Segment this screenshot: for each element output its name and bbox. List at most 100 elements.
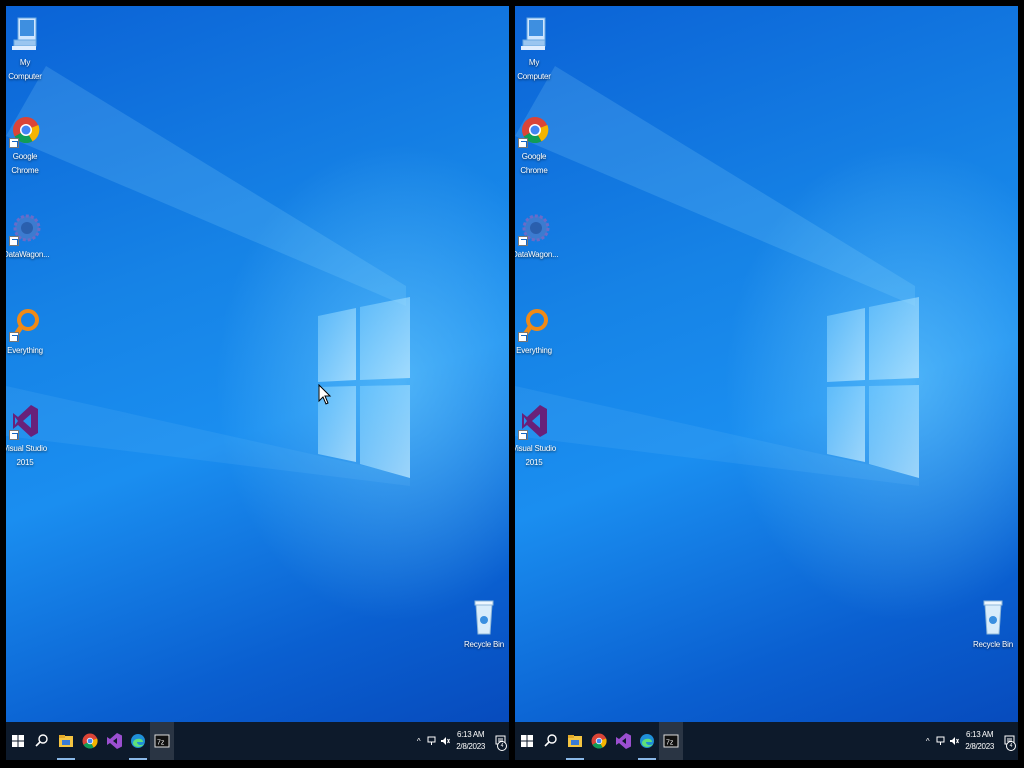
- computer-icon: [9, 16, 41, 54]
- edge-icon: [640, 734, 654, 748]
- shortcut-arrow-icon: [9, 430, 19, 440]
- desktop-icon-visual-studio[interactable]: Visual Studio 2015: [6, 402, 47, 470]
- desktop-icon-recycle-bin[interactable]: Recycle Bin: [971, 598, 1015, 652]
- taskbar-edge[interactable]: [126, 722, 150, 760]
- desktop-icon-label: Visual Studio 2015: [6, 444, 47, 467]
- start-icon: [12, 735, 24, 747]
- taskbar-visual-studio[interactable]: [611, 722, 635, 760]
- notification-badge: 4: [497, 741, 507, 751]
- taskbar-chrome[interactable]: [78, 722, 102, 760]
- shortcut-arrow-icon: [518, 138, 528, 148]
- desktop-icon-recycle-bin[interactable]: Recycle Bin: [462, 598, 506, 652]
- search-icon: [35, 734, 48, 747]
- running-indicator: [566, 758, 584, 760]
- everything-icon: [9, 304, 41, 342]
- network-icon[interactable]: [935, 734, 946, 748]
- taskbar-edge[interactable]: [635, 722, 659, 760]
- action-center-button[interactable]: 4: [1000, 722, 1018, 760]
- taskbar-visual-studio[interactable]: [102, 722, 126, 760]
- taskbar: 7z ^ 6:13 AM 2/8/2023 4: [6, 722, 509, 760]
- file-explorer-icon: [568, 735, 582, 747]
- shortcut-arrow-icon: [518, 236, 528, 246]
- system-tray: ^ 6:13 AM 2/8/2023 4: [412, 722, 509, 760]
- visual-studio-icon: [9, 402, 41, 440]
- desktop-icon-label: Everything: [7, 346, 43, 355]
- running-indicator: [129, 758, 147, 760]
- taskbar-7zip[interactable]: 7z: [150, 722, 174, 760]
- desktop-icon-label: My Computer: [517, 58, 551, 81]
- datawagon-icon: [518, 208, 550, 246]
- chrome-icon: [82, 733, 98, 749]
- edge-icon: [131, 734, 145, 748]
- desktop-left[interactable]: My Computer Google Chrome DataWagon... E…: [6, 6, 509, 760]
- windows-logo-wallpaper: [827, 292, 919, 478]
- datawagon-icon: [9, 208, 41, 246]
- chrome-icon: [518, 110, 550, 148]
- desktop-icon-google-chrome[interactable]: Google Chrome: [6, 110, 47, 178]
- desktop-icon-label: My Computer: [8, 58, 42, 81]
- desktop-icon-label: Google Chrome: [520, 152, 548, 175]
- tray-chevron[interactable]: ^: [413, 734, 424, 748]
- desktop-icon-label: Recycle Bin: [972, 640, 1014, 649]
- shortcut-arrow-icon: [518, 430, 528, 440]
- desktop-icon-my-computer[interactable]: My Computer: [6, 16, 47, 84]
- search-button[interactable]: [30, 722, 54, 760]
- wallpaper-light-beam: [515, 66, 919, 486]
- desktop-icon-my-computer[interactable]: My Computer: [515, 16, 556, 84]
- desktop-icon-everything[interactable]: Everything: [515, 304, 556, 358]
- volume-icon[interactable]: [439, 734, 450, 748]
- chrome-icon: [591, 733, 607, 749]
- file-explorer-icon: [59, 735, 73, 747]
- action-center-button[interactable]: 4: [491, 722, 509, 760]
- visual-studio-icon: [518, 402, 550, 440]
- svg-text:7z: 7z: [666, 740, 674, 747]
- system-tray: ^ 6:13 AM 2/8/2023 4: [921, 722, 1018, 760]
- desktop-icon-visual-studio[interactable]: Visual Studio 2015: [515, 402, 556, 470]
- running-indicator: [638, 758, 656, 760]
- search-icon: [544, 734, 557, 747]
- desktop-icon-label: DataWagon...: [515, 250, 559, 259]
- start-button[interactable]: [515, 722, 539, 760]
- mouse-cursor-icon: [318, 384, 332, 405]
- desktop-icon-datawagon[interactable]: DataWagon...: [515, 208, 559, 262]
- wallpaper-light-beam: [6, 66, 410, 486]
- notification-badge: 4: [1006, 741, 1016, 751]
- chrome-icon: [9, 110, 41, 148]
- seven-zip-icon: 7z: [154, 734, 170, 748]
- desktop-icon-label: Visual Studio 2015: [515, 444, 556, 467]
- shortcut-arrow-icon: [9, 138, 19, 148]
- taskbar-clock[interactable]: 6:13 AM 2/8/2023: [965, 729, 994, 753]
- everything-icon: [518, 304, 550, 342]
- search-button[interactable]: [539, 722, 563, 760]
- desktop-right[interactable]: My Computer Google Chrome DataWagon... E…: [515, 6, 1018, 760]
- shortcut-arrow-icon: [518, 332, 528, 342]
- taskbar-file-explorer[interactable]: [563, 722, 587, 760]
- taskbar-7zip[interactable]: 7z: [659, 722, 683, 760]
- svg-text:7z: 7z: [157, 740, 165, 747]
- running-indicator: [57, 758, 75, 760]
- desktop-icon-label: Everything: [516, 346, 552, 355]
- desktop-icon-label: Google Chrome: [11, 152, 39, 175]
- clock-time: 6:13 AM: [965, 730, 994, 739]
- clock-time: 6:13 AM: [456, 730, 485, 739]
- shortcut-arrow-icon: [9, 236, 19, 246]
- shortcut-arrow-icon: [9, 332, 19, 342]
- desktop-icon-everything[interactable]: Everything: [6, 304, 47, 358]
- start-button[interactable]: [6, 722, 30, 760]
- taskbar-file-explorer[interactable]: [54, 722, 78, 760]
- visual-studio-icon: [616, 733, 631, 749]
- taskbar-clock[interactable]: 6:13 AM 2/8/2023: [456, 729, 485, 753]
- volume-icon[interactable]: [948, 734, 959, 748]
- desktop-icon-google-chrome[interactable]: Google Chrome: [515, 110, 556, 178]
- clock-date: 2/8/2023: [456, 742, 485, 751]
- taskbar-chrome[interactable]: [587, 722, 611, 760]
- clock-date: 2/8/2023: [965, 742, 994, 751]
- taskbar: 7z ^ 6:13 AM 2/8/2023 4: [515, 722, 1018, 760]
- start-icon: [521, 735, 533, 747]
- seven-zip-icon: 7z: [663, 734, 679, 748]
- desktop-icon-datawagon[interactable]: DataWagon...: [6, 208, 50, 262]
- desktop-icon-label: DataWagon...: [6, 250, 50, 259]
- recycle-bin-icon: [977, 598, 1009, 636]
- tray-chevron[interactable]: ^: [922, 734, 933, 748]
- network-icon[interactable]: [426, 734, 437, 748]
